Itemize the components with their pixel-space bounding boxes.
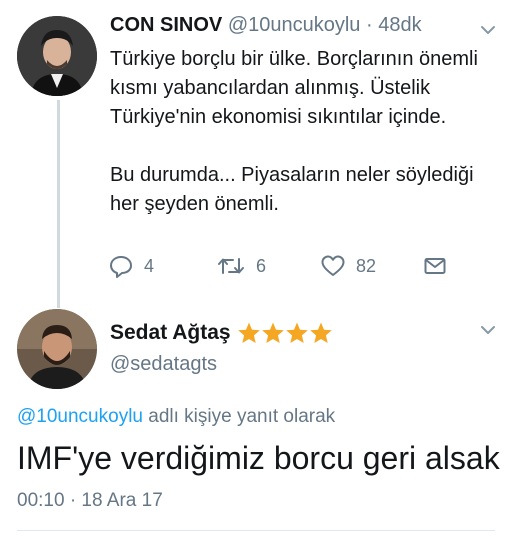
thread-connector-line — [57, 100, 60, 308]
tweet-timestamp[interactable]: 00:10 · 18 Ara 17 — [17, 490, 163, 512]
avatar[interactable] — [17, 309, 97, 389]
tweet-paragraph: Bu durumda... Piyasaların neler söylediğ… — [110, 164, 474, 215]
reply-button[interactable]: 4 — [108, 252, 154, 280]
replying-label: adlı kişiye yanıt olarak — [142, 406, 336, 427]
tweet-text: IMF'ye verdiğimiz borcu geri alsak — [17, 440, 500, 476]
mention-link[interactable]: @10uncukoylu — [17, 406, 143, 427]
user-handle[interactable]: @10uncukoylu — [228, 14, 361, 36]
like-count: 82 — [356, 255, 377, 276]
tweet2-name-row: Sedat Ağtaş — [110, 321, 333, 345]
retweet-button[interactable]: 6 — [216, 252, 266, 280]
star-icon — [261, 322, 284, 343]
retweet-icon — [216, 253, 246, 279]
tweet-time[interactable]: 48dk — [378, 14, 421, 36]
tweet-text: Türkiye borçlu bir ülke. Borçlarının öne… — [110, 45, 505, 219]
user-handle[interactable]: @sedatagts — [110, 353, 217, 376]
star-icon — [285, 322, 308, 343]
reply-icon — [108, 253, 134, 279]
star-icon — [237, 322, 260, 343]
tweet-paragraph: Türkiye borçlu bir ülke. Borçlarının öne… — [110, 48, 478, 128]
display-name[interactable]: CON SINOV — [110, 14, 222, 36]
tweet-actions: 4 6 82 — [108, 252, 508, 280]
heart-icon — [320, 253, 346, 279]
star-badges — [237, 321, 333, 345]
replying-to: @10uncukoylu adlı kişiye yanıt olarak — [17, 406, 335, 428]
chevron-down-icon[interactable] — [480, 322, 496, 338]
tweet1-header: CON SINOV @10uncukoylu · 48dk — [110, 14, 422, 37]
like-button[interactable]: 82 — [320, 252, 376, 280]
star-icon — [309, 322, 332, 343]
chevron-down-icon[interactable] — [480, 22, 496, 38]
retweet-count: 6 — [256, 255, 267, 276]
reply-count: 4 — [144, 255, 155, 276]
direct-message-button[interactable] — [422, 252, 448, 280]
separator-dot: · — [365, 14, 373, 36]
divider — [17, 530, 495, 531]
avatar[interactable] — [17, 16, 97, 96]
envelope-icon — [422, 253, 448, 279]
display-name[interactable]: Sedat Ağtaş — [110, 321, 231, 345]
